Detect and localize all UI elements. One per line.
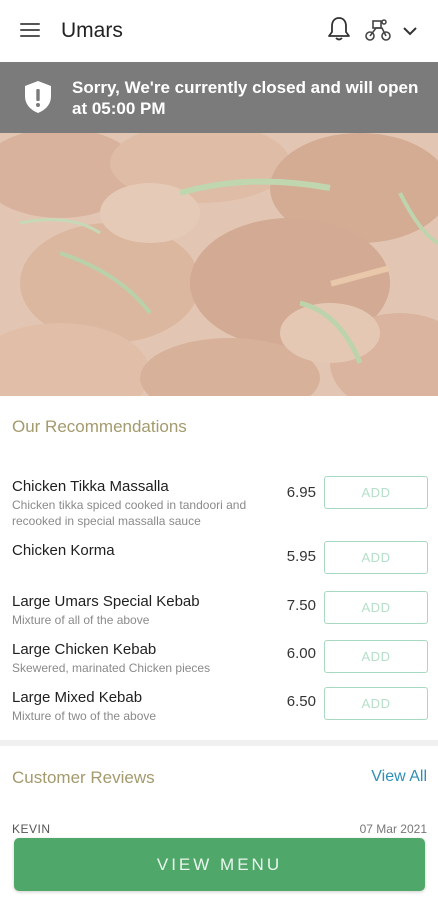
bell-icon[interactable] [327, 16, 351, 42]
shield-alert-icon [24, 80, 52, 114]
item-price: 6.50 [286, 693, 316, 710]
item-description: Mixture of all of the above [12, 613, 150, 627]
add-button[interactable]: ADD [324, 476, 428, 509]
item-description: Skewered, marinated Chicken pieces [12, 661, 211, 675]
add-button[interactable]: ADD [324, 541, 428, 574]
top-app-bar: Umars [0, 0, 438, 62]
item-price: 7.50 [286, 597, 316, 614]
restaurant-hero-image [0, 133, 438, 396]
menu-icon[interactable] [20, 23, 40, 39]
chevron-down-icon[interactable] [402, 24, 418, 36]
item-name: Large Chicken Kebab [12, 641, 157, 658]
banner-message: Sorry, We're currently closed and will o… [72, 78, 419, 118]
review-date: 07 Mar 2021 [359, 822, 427, 836]
item-price: 6.95 [286, 484, 316, 501]
item-name: Large Mixed Kebab [12, 689, 143, 706]
item-description: Mixture of two of the above [12, 709, 157, 723]
reviewer-name: KEVIN [12, 822, 51, 836]
item-price: 6.00 [286, 645, 316, 662]
rider-icon[interactable] [364, 17, 394, 43]
add-button[interactable]: ADD [324, 687, 428, 720]
recommendations-section: Our Recommendations Chicken Tikka Massal… [0, 396, 438, 740]
add-button[interactable]: ADD [324, 591, 428, 624]
item-description: Chicken tikka spiced cooked in tandoori … [12, 498, 247, 528]
view-all-link[interactable]: View All [371, 768, 427, 786]
closed-banner: Sorry, We're currently closed and will o… [0, 62, 438, 133]
add-button[interactable]: ADD [324, 640, 428, 673]
app-title: Umars [61, 19, 123, 42]
reviews-title: Customer Reviews [12, 768, 155, 787]
recommendations-title: Our Recommendations [12, 417, 187, 436]
item-name: Chicken Tikka Massalla [12, 478, 169, 495]
item-name: Large Umars Special Kebab [12, 593, 200, 610]
item-price: 5.95 [286, 548, 316, 565]
item-name: Chicken Korma [12, 542, 115, 559]
view-menu-button[interactable]: VIEW MENU [14, 838, 425, 891]
